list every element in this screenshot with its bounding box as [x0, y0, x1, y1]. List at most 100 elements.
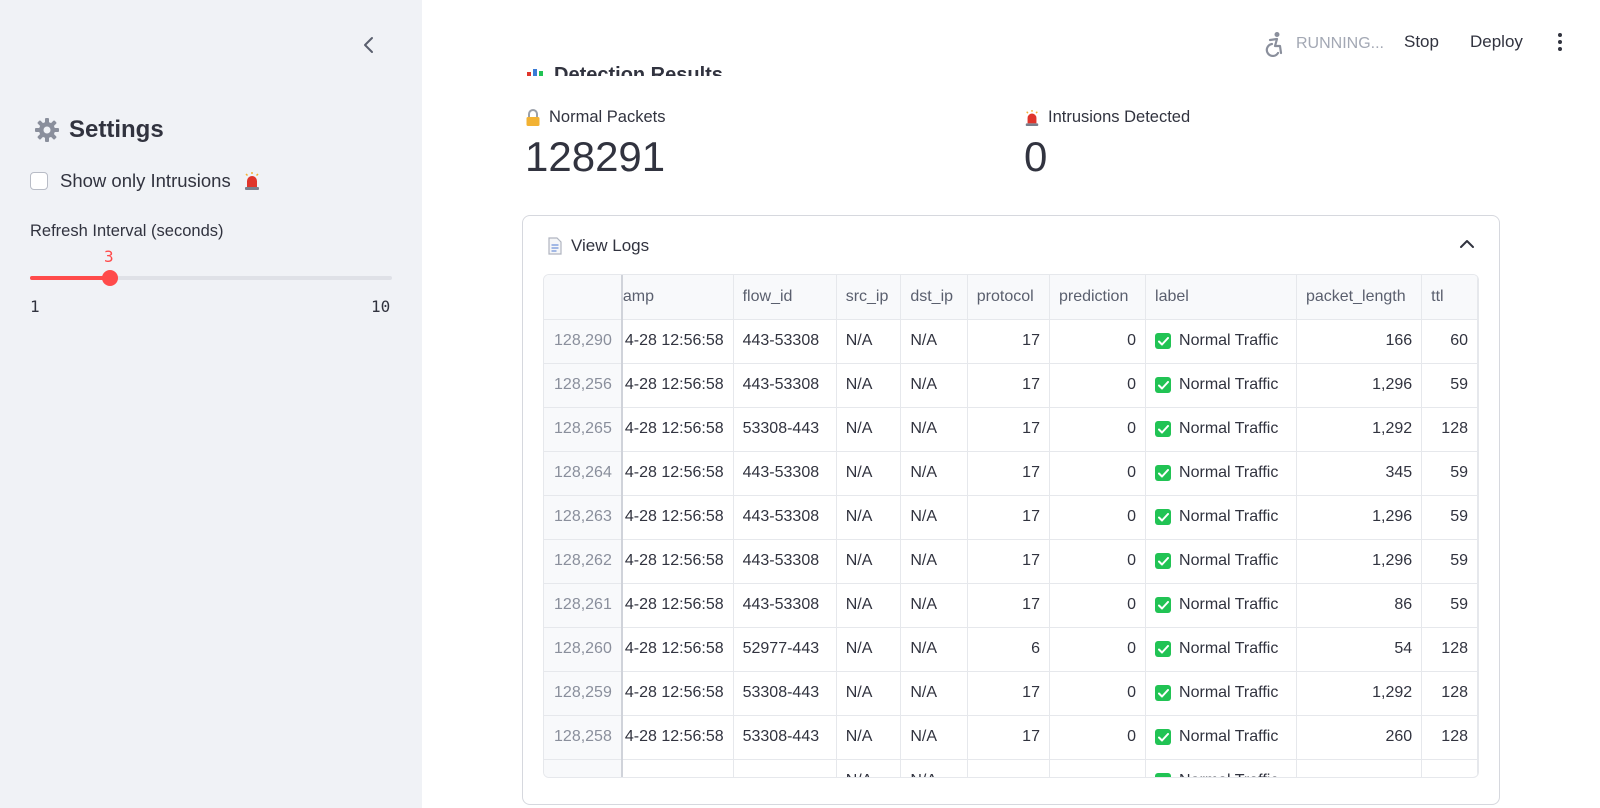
column-header-label[interactable]: label — [1145, 275, 1297, 320]
cell-src-ip[interactable]: N/A — [836, 495, 902, 540]
column-header-ttl[interactable]: ttl — [1421, 275, 1478, 320]
cell-prediction[interactable] — [1049, 759, 1147, 777]
cell-src-ip[interactable]: N/A — [836, 539, 902, 584]
cell-prediction[interactable]: 0 — [1049, 627, 1147, 672]
cell-protocol[interactable]: 17 — [967, 671, 1050, 716]
cell-flow-id[interactable]: 443-53308 — [733, 539, 837, 584]
cell-index[interactable]: 128,256 — [544, 363, 623, 408]
cell-label[interactable]: Normal Traffic — [1145, 495, 1297, 540]
cell-label[interactable]: Normal Traffic — [1145, 671, 1297, 716]
column-header-prediction[interactable]: prediction — [1049, 275, 1147, 320]
cell-flow-id[interactable]: 443-53308 — [733, 319, 837, 364]
column-header-index[interactable] — [544, 275, 623, 320]
cell-label[interactable]: Normal Traffic — [1145, 451, 1297, 496]
cell-index[interactable]: 128,264 — [544, 451, 623, 496]
cell-protocol[interactable]: 17 — [967, 319, 1050, 364]
cell-ttl[interactable]: 60 — [1421, 319, 1478, 364]
chevron-up-icon[interactable] — [1457, 234, 1477, 254]
cell-index[interactable]: 128,261 — [544, 583, 623, 628]
cell-ttl[interactable]: 59 — [1421, 495, 1478, 540]
stop-button[interactable]: Stop — [1404, 32, 1439, 52]
cell-label[interactable]: Normal Traffic — [1145, 363, 1297, 408]
cell-prediction[interactable]: 0 — [1049, 407, 1147, 452]
cell-dst-ip[interactable]: N/A — [900, 627, 968, 672]
cell-flow-id[interactable]: 53308-443 — [733, 715, 837, 760]
cell-dst-ip[interactable]: N/A — [900, 319, 968, 364]
cell-packet-length[interactable]: 86 — [1296, 583, 1423, 628]
cell-flow-id[interactable]: 443-53308 — [733, 363, 837, 408]
cell-dst-ip[interactable]: N/A — [900, 363, 968, 408]
cell-label[interactable]: Normal Traffic — [1145, 539, 1297, 584]
cell-flow-id[interactable]: 443-53308 — [733, 495, 837, 540]
table-row[interactable]: 128,265 4-28 12:56:58 53308-443 N/A N/A 17 0 No… — [544, 407, 1478, 452]
table-row[interactable]: 128,261 4-28 12:56:58 443-53308 N/A N/A 17 0 No… — [544, 583, 1478, 628]
table-row[interactable]: 128,264 4-28 12:56:58 443-53308 N/A N/A 17 0 No… — [544, 451, 1478, 496]
cell-ttl[interactable]: 128 — [1421, 671, 1478, 716]
cell-timestamp[interactable]: 4-28 12:56:58 — [621, 451, 734, 496]
cell-packet-length[interactable]: 345 — [1296, 451, 1423, 496]
cell-flow-id[interactable]: 443-53308 — [733, 583, 837, 628]
collapse-sidebar-button[interactable] — [358, 34, 380, 56]
cell-packet-length[interactable]: 260 — [1296, 715, 1423, 760]
view-logs-toggle[interactable]: View Logs — [547, 236, 649, 256]
cell-protocol[interactable]: 17 — [967, 583, 1050, 628]
cell-src-ip[interactable]: N/A — [836, 759, 902, 777]
cell-ttl[interactable]: 128 — [1421, 407, 1478, 452]
cell-protocol[interactable]: 17 — [967, 539, 1050, 584]
cell-prediction[interactable]: 0 — [1049, 319, 1147, 364]
cell-packet-length[interactable]: 1,296 — [1296, 495, 1423, 540]
slider-thumb[interactable] — [102, 270, 119, 286]
table-row[interactable]: 128,290 4-28 12:56:58 443-53308 N/A N/A 17 0 No… — [544, 319, 1478, 364]
cell-protocol[interactable]: 17 — [967, 715, 1050, 760]
cell-dst-ip[interactable]: N/A — [900, 451, 968, 496]
cell-packet-length[interactable]: 1,296 — [1296, 363, 1423, 408]
cell-timestamp[interactable]: 4-28 12:56:58 — [621, 627, 734, 672]
cell-flow-id[interactable]: 52977-443 — [733, 627, 837, 672]
cell-label[interactable]: Normal Traffic — [1145, 319, 1297, 364]
cell-protocol[interactable]: 17 — [967, 407, 1050, 452]
cell-index[interactable]: 128,259 — [544, 671, 623, 716]
cell-packet-length[interactable]: 54 — [1296, 627, 1423, 672]
cell-ttl[interactable]: 128 — [1421, 627, 1478, 672]
cell-label[interactable]: Normal Traffic — [1145, 583, 1297, 628]
cell-protocol[interactable]: 17 — [967, 363, 1050, 408]
cell-ttl[interactable] — [1421, 759, 1478, 777]
cell-timestamp[interactable]: 4-28 12:56:58 — [621, 583, 734, 628]
cell-index[interactable]: 128,263 — [544, 495, 623, 540]
cell-ttl[interactable]: 128 — [1421, 715, 1478, 760]
column-header-protocol[interactable]: protocol — [967, 275, 1050, 320]
cell-flow-id[interactable]: 53308-443 — [733, 407, 837, 452]
cell-prediction[interactable]: 0 — [1049, 539, 1147, 584]
cell-prediction[interactable]: 0 — [1049, 583, 1147, 628]
cell-src-ip[interactable]: N/A — [836, 583, 902, 628]
table-row[interactable]: 128,259 4-28 12:56:58 53308-443 N/A N/A 17 0 No… — [544, 671, 1478, 716]
checkbox-box[interactable] — [30, 172, 48, 190]
cell-packet-length[interactable]: 1,296 — [1296, 539, 1423, 584]
cell-timestamp[interactable]: 4-28 12:56:58 — [621, 407, 734, 452]
cell-src-ip[interactable]: N/A — [836, 715, 902, 760]
cell-src-ip[interactable]: N/A — [836, 627, 902, 672]
cell-timestamp[interactable]: 4-28 12:56:58 — [621, 363, 734, 408]
cell-ttl[interactable]: 59 — [1421, 451, 1478, 496]
main-menu-button[interactable] — [1552, 30, 1568, 54]
cell-timestamp[interactable] — [621, 759, 734, 777]
cell-dst-ip[interactable]: N/A — [900, 539, 968, 584]
cell-packet-length[interactable]: 166 — [1296, 319, 1423, 364]
cell-timestamp[interactable]: 4-28 12:56:58 — [621, 319, 734, 364]
cell-ttl[interactable]: 59 — [1421, 583, 1478, 628]
cell-prediction[interactable]: 0 — [1049, 451, 1147, 496]
cell-flow-id[interactable]: 53308-443 — [733, 671, 837, 716]
cell-prediction[interactable]: 0 — [1049, 495, 1147, 540]
cell-index[interactable] — [544, 759, 623, 777]
cell-label[interactable]: Normal Traffic — [1145, 627, 1297, 672]
cell-src-ip[interactable]: N/A — [836, 451, 902, 496]
cell-src-ip[interactable]: N/A — [836, 319, 902, 364]
cell-index[interactable]: 128,262 — [544, 539, 623, 584]
cell-protocol[interactable] — [967, 759, 1050, 777]
cell-src-ip[interactable]: N/A — [836, 363, 902, 408]
table-row[interactable]: N/AN/A Normal Traffic — [544, 759, 1478, 777]
cell-dst-ip[interactable]: N/A — [900, 407, 968, 452]
table-row[interactable]: 128,260 4-28 12:56:58 52977-443 N/A N/A 6 0 Nor… — [544, 627, 1478, 672]
cell-protocol[interactable]: 17 — [967, 451, 1050, 496]
table-row[interactable]: 128,258 4-28 12:56:58 53308-443 N/A N/A 17 0 No… — [544, 715, 1478, 760]
